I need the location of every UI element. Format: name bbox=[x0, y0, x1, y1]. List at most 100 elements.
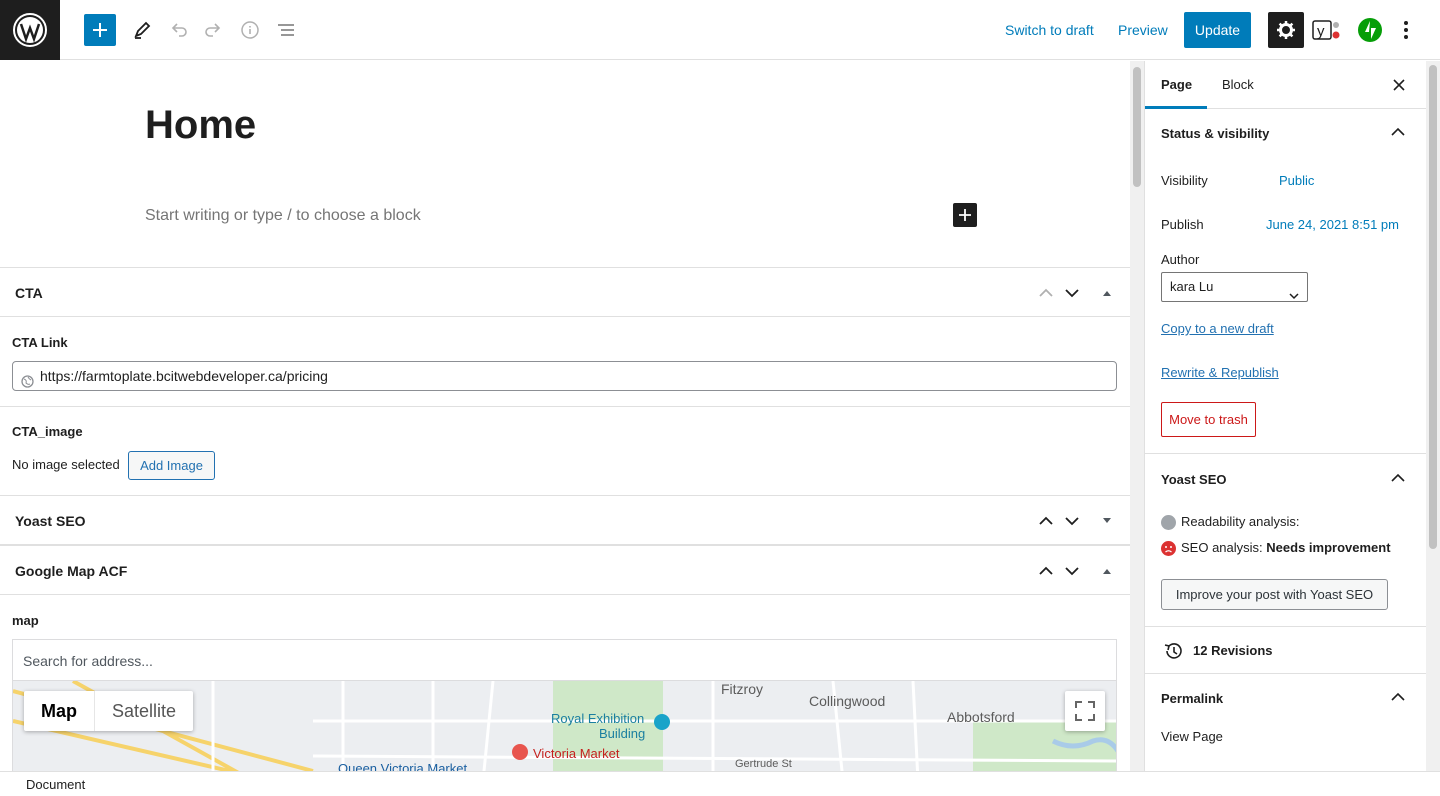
wordpress-logo-icon[interactable] bbox=[0, 0, 60, 60]
permalink-panel-title[interactable]: Permalink bbox=[1161, 691, 1223, 706]
add-image-button[interactable]: Add Image bbox=[128, 451, 215, 480]
google-map-metabox-header[interactable]: Google Map ACF bbox=[0, 545, 1130, 595]
move-down-button[interactable] bbox=[1063, 284, 1081, 302]
editor-scrollbar[interactable] bbox=[1130, 61, 1144, 771]
toggle-panel-button[interactable] bbox=[1098, 512, 1116, 530]
fullscreen-button[interactable] bbox=[1065, 691, 1105, 731]
jetpack-icon bbox=[1358, 18, 1382, 42]
visibility-toggle[interactable]: Public bbox=[1279, 173, 1314, 188]
copy-to-draft-link[interactable]: Copy to a new draft bbox=[1161, 321, 1274, 336]
no-image-text: No image selected bbox=[12, 457, 120, 472]
chevron-down-icon bbox=[1289, 282, 1299, 310]
chevron-up-icon bbox=[1039, 288, 1053, 297]
block-placeholder[interactable]: Start writing or type / to choose a bloc… bbox=[145, 207, 421, 225]
map-label: Fitzroy bbox=[721, 681, 763, 697]
redo-button[interactable] bbox=[198, 14, 230, 46]
map-type-satellite-button[interactable]: Satellite bbox=[95, 691, 193, 731]
fullscreen-icon bbox=[1075, 701, 1095, 721]
redo-icon bbox=[205, 23, 221, 37]
seo-analysis-line: SEO analysis: Needs improvement bbox=[1181, 540, 1391, 555]
publish-date-toggle[interactable]: June 24, 2021 8:51 pm bbox=[1266, 217, 1399, 232]
post-title[interactable]: Home bbox=[145, 103, 256, 148]
details-button[interactable] bbox=[234, 14, 266, 46]
sad-face-icon bbox=[1161, 541, 1176, 556]
edit-tool-button[interactable] bbox=[126, 14, 158, 46]
divider bbox=[1145, 673, 1426, 674]
block-breadcrumb-bar: Document bbox=[0, 771, 1440, 796]
chevron-up-icon[interactable] bbox=[1389, 469, 1407, 487]
sidebar-scrollbar[interactable] bbox=[1426, 61, 1440, 771]
yoast-metabox-title: Yoast SEO bbox=[15, 513, 86, 529]
rewrite-republish-link[interactable]: Rewrite & Republish bbox=[1161, 365, 1279, 380]
map-type-control: Map Satellite bbox=[24, 691, 194, 731]
switch-to-draft-button[interactable]: Switch to draft bbox=[1005, 22, 1094, 38]
tab-block[interactable]: Block bbox=[1222, 77, 1254, 92]
map-label: Building bbox=[599, 726, 646, 741]
triangle-up-icon bbox=[1103, 569, 1111, 574]
revisions-link[interactable]: 12 Revisions bbox=[1193, 643, 1273, 658]
yoast-panel-title[interactable]: Yoast SEO bbox=[1161, 472, 1227, 487]
chevron-up-icon bbox=[1039, 566, 1053, 575]
author-select[interactable]: kara Lu bbox=[1161, 272, 1308, 302]
undo-icon bbox=[171, 23, 187, 37]
globe-icon bbox=[21, 369, 34, 397]
cta-link-label: CTA Link bbox=[12, 335, 68, 350]
map-label: Royal Exhibition bbox=[551, 711, 645, 726]
map-label: Victoria Market bbox=[533, 746, 620, 761]
map-label: Gertrude St bbox=[735, 758, 792, 770]
chevron-up-icon[interactable] bbox=[1389, 123, 1407, 141]
breadcrumb-document[interactable]: Document bbox=[26, 777, 85, 792]
google-map[interactable]: Fitzroy Collingwood Abbotsford Royal Exh… bbox=[12, 681, 1117, 771]
map-label: Abbotsford bbox=[947, 709, 1015, 725]
settings-button[interactable] bbox=[1268, 12, 1304, 48]
move-down-button[interactable] bbox=[1063, 512, 1081, 530]
add-block-button[interactable] bbox=[84, 14, 116, 46]
toggle-panel-button[interactable] bbox=[1098, 562, 1116, 580]
list-view-button[interactable] bbox=[270, 14, 302, 46]
move-up-button[interactable] bbox=[1037, 512, 1055, 530]
close-sidebar-button[interactable] bbox=[1389, 75, 1409, 95]
cta-metabox-header[interactable]: CTA bbox=[0, 267, 1130, 317]
settings-sidebar: Page Block Status & visibility Visibilit… bbox=[1144, 61, 1426, 771]
map-address-search-input[interactable]: Search for address... bbox=[12, 639, 1117, 681]
tab-page[interactable]: Page bbox=[1161, 77, 1192, 92]
sidebar-tabs: Page Block bbox=[1145, 61, 1426, 109]
seo-analysis-label: SEO analysis: bbox=[1181, 540, 1263, 555]
editor-canvas: Home Start writing or type / to choose a… bbox=[0, 61, 1130, 771]
yoast-metabox-header[interactable]: Yoast SEO bbox=[0, 495, 1130, 545]
undo-button[interactable] bbox=[162, 14, 194, 46]
active-tab-indicator bbox=[1145, 106, 1207, 109]
yoast-icon: y bbox=[1312, 20, 1340, 40]
preview-button[interactable]: Preview bbox=[1118, 22, 1168, 38]
view-page-label: View Page bbox=[1161, 729, 1223, 744]
move-up-button[interactable] bbox=[1037, 284, 1055, 302]
map-type-map-button[interactable]: Map bbox=[24, 691, 95, 731]
move-to-trash-button[interactable]: Move to trash bbox=[1161, 402, 1256, 437]
triangle-up-icon bbox=[1103, 291, 1111, 296]
triangle-down-icon bbox=[1103, 518, 1111, 523]
readability-status-icon bbox=[1161, 515, 1176, 530]
cta-link-value: https://farmtoplate.bcitwebdeveloper.ca/… bbox=[40, 368, 328, 384]
chevron-up-icon[interactable] bbox=[1389, 688, 1407, 706]
info-icon bbox=[241, 21, 259, 39]
update-button[interactable]: Update bbox=[1184, 12, 1251, 48]
options-button[interactable] bbox=[1390, 14, 1422, 46]
improve-with-yoast-button[interactable]: Improve your post with Yoast SEO bbox=[1161, 579, 1388, 610]
move-up-button[interactable] bbox=[1037, 562, 1055, 580]
more-vertical-icon bbox=[1404, 21, 1408, 39]
pencil-icon bbox=[134, 21, 151, 39]
jetpack-button[interactable] bbox=[1354, 14, 1386, 46]
publish-label: Publish bbox=[1161, 217, 1204, 232]
cta-link-input[interactable]: https://farmtoplate.bcitwebdeveloper.ca/… bbox=[12, 361, 1117, 391]
visibility-label: Visibility bbox=[1161, 173, 1208, 188]
move-down-button[interactable] bbox=[1063, 562, 1081, 580]
inline-add-block-button[interactable] bbox=[953, 203, 977, 227]
status-panel-title[interactable]: Status & visibility bbox=[1161, 126, 1269, 141]
toggle-panel-button[interactable] bbox=[1098, 284, 1116, 302]
divider bbox=[0, 406, 1130, 407]
cta-image-label: CTA_image bbox=[12, 424, 83, 439]
yoast-button[interactable]: y bbox=[1310, 14, 1342, 46]
readability-analysis-label: Readability analysis: bbox=[1181, 514, 1300, 529]
seo-analysis-value: Needs improvement bbox=[1266, 540, 1391, 555]
author-label: Author bbox=[1161, 252, 1200, 267]
